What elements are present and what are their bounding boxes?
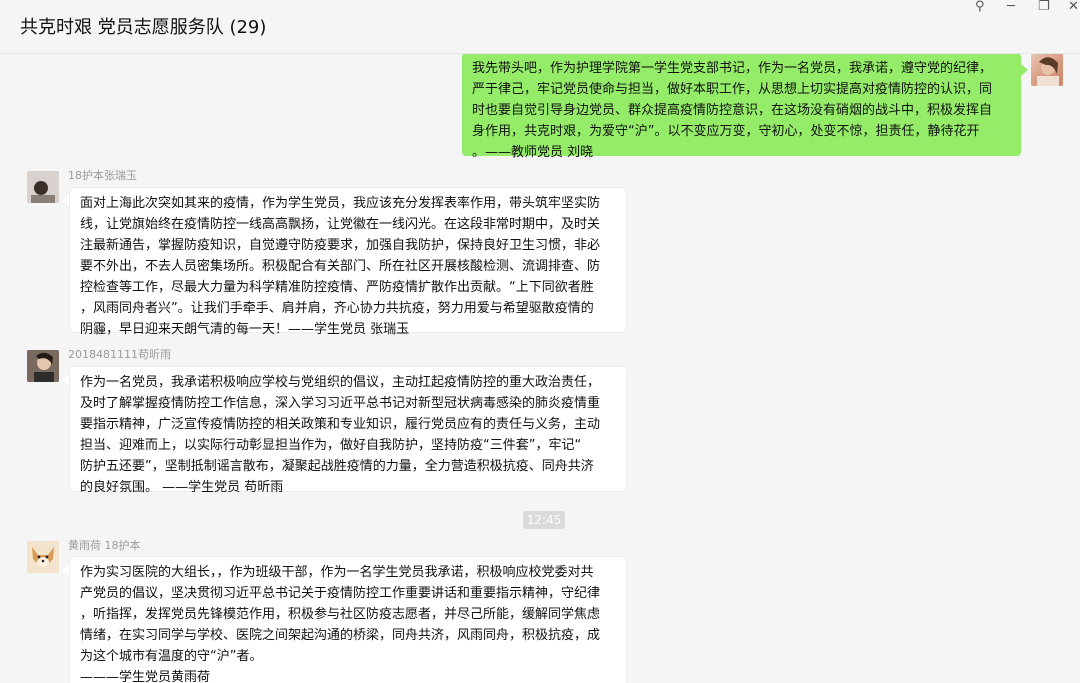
message-line: 面对上海此次突如其来的疫情，作为学生党员，我应该充分发挥表率作用，带头筑牢坚实防 <box>80 196 601 211</box>
message-line: ，听指挥，发挥党员先锋模范作用，积极参与社区防疫志愿者，并尽己所能，缓解同学焦虑 <box>80 607 601 622</box>
message-line: 。——教师党员 刘晓 <box>472 145 594 160</box>
message-line: 担当、迎难而上，以实际行动彰显担当作为，做好自我防护，坚持防疫“三件套”，牢记“ <box>80 438 582 453</box>
avatar-photo-icon <box>27 350 59 382</box>
chat-message-area[interactable]: 我先带头吧，作为护理学院第一学生党支部书记，作为一名党员，我承诺，遵守党的纪律，… <box>0 54 1080 683</box>
bubble-tail <box>62 374 69 386</box>
chat-title: 共克时艰 党员志愿服务队 (29) <box>20 17 267 38</box>
message-line: 严于律己，牢记党员使命与担当，做好本职工作，从思想上切实提高对疫情防控的认识，同 <box>472 82 993 97</box>
window-titlebar: 共克时艰 党员志愿服务队 (29) ⚲ ─ ❐ ✕ <box>0 0 1080 54</box>
message-line: 作为实习医院的大组长，，作为班级干部，作为一名学生党员我承诺，积极响应校党委对共 <box>80 565 594 580</box>
sender-name: 18护本张瑞玉 <box>68 169 137 182</box>
message-line: 阴霾，早日迎来天朗气清的每一天！——学生党员 张瑞玉 <box>80 322 410 337</box>
message-line: 作为一名党员，我承诺积极响应学校与党组织的倡议，主动扛起疫情防控的重大政治责任， <box>80 375 601 390</box>
message-bubble[interactable]: 作为实习医院的大组长，，作为班级干部，作为一名学生党员我承诺，积极响应校党委对共… <box>69 556 627 683</box>
message-timestamp: 12:45 <box>523 511 565 529</box>
message-line: ，风雨同舟者兴”。让我们手牵手、肩并肩，齐心协力共抗疫，努力用爱与希望驱散疫情的 <box>80 301 594 316</box>
avatar-photo-icon <box>1037 57 1059 86</box>
message-line: 身作用，共克时艰，为爱守“沪”。以不变应万变，守初心，处变不惊，担责任，静待花开 <box>472 124 980 139</box>
message-line: 产党员的倡议，坚决贯彻习近平总书记关于疫情防控工作重要讲话和重要指示精神，守纪律 <box>80 586 601 601</box>
bubble-tail <box>62 564 69 576</box>
message-bubble[interactable]: 作为一名党员，我承诺积极响应学校与党组织的倡议，主动扛起疫情防控的重大政治责任，… <box>69 366 627 495</box>
self-avatar[interactable] <box>1031 54 1063 86</box>
message-line: 注最新通告，掌握防疫知识，自觉遵守防疫要求，加强自我防护，保持良好卫生习惯，非必 <box>80 238 601 253</box>
message-line: 及时了解掌握疫情防控工作信息，深入学习习近平总书记对新型冠状病毒感染的肺炎疫情重 <box>80 396 601 411</box>
sender-avatar[interactable] <box>27 171 59 203</box>
sender-avatar[interactable] <box>27 541 59 573</box>
message-line: 控检查等工作，尽最大力量为科学精准防控疫情、严防疫情扩散作出贡献。“上下同欲者胜 <box>80 280 594 295</box>
message-bubble[interactable]: 面对上海此次突如其来的疫情，作为学生党员，我应该充分发挥表率作用，带头筑牢坚实防… <box>69 187 627 337</box>
message-line: 情绪，在实习同学与学校、医院之间架起沟通的桥梁，同舟共济，风雨同舟，积极抗疫，成 <box>80 628 601 643</box>
sender-name: 黄雨荷 18护本 <box>68 539 141 552</box>
minimize-icon[interactable]: ─ <box>1007 0 1015 14</box>
dog-avatar-icon <box>27 541 59 573</box>
message-line: 要不外出，不去人员密集场所。积极配合有关部门、所在社区开展核酸检测、流调排查、防 <box>80 259 601 274</box>
message-line: 时也要自觉引导身边党员、群众提高疫情防控意识，在这场没有硝烟的战斗中，积极发挥自 <box>472 103 993 118</box>
message-line: 防护五还要”，坚制抵制谣言散布，凝聚起战胜疫情的力量，全力营造积极抗疫、同舟共济 <box>80 459 594 474</box>
message-bubble-self[interactable]: 我先带头吧，作为护理学院第一学生党支部书记，作为一名党员，我承诺，遵守党的纪律，… <box>462 54 1021 160</box>
message-line: 的良好氛围。 ——学生党员 苟昕雨 <box>80 480 284 495</box>
message-line: 线，让党旗始终在疫情防控一线高高飘扬，让党徽在一线闪光。在这段非常时期中，及时关 <box>80 217 601 232</box>
bubble-tail <box>62 194 69 206</box>
message-line: 要指示精神，广泛宣传疫情防控的相关政策和专业知识，履行党员应有的责任与义务，主动 <box>80 417 601 432</box>
bubble-tail <box>1021 64 1028 76</box>
message-line: 我先带头吧，作为护理学院第一学生党支部书记，作为一名党员，我承诺，遵守党的纪律， <box>472 61 993 76</box>
avatar-photo-icon <box>27 171 59 203</box>
close-icon[interactable]: ✕ <box>1068 0 1079 14</box>
sender-name: 2018481111苟昕雨 <box>68 348 171 361</box>
message-line: ———学生党员黄雨荷 <box>80 670 211 683</box>
pin-icon[interactable]: ⚲ <box>975 0 985 14</box>
message-line: 为这个城市有温度的守“沪”者。 <box>80 649 263 664</box>
sender-avatar[interactable] <box>27 350 59 382</box>
restore-icon[interactable]: ❐ <box>1038 0 1050 14</box>
